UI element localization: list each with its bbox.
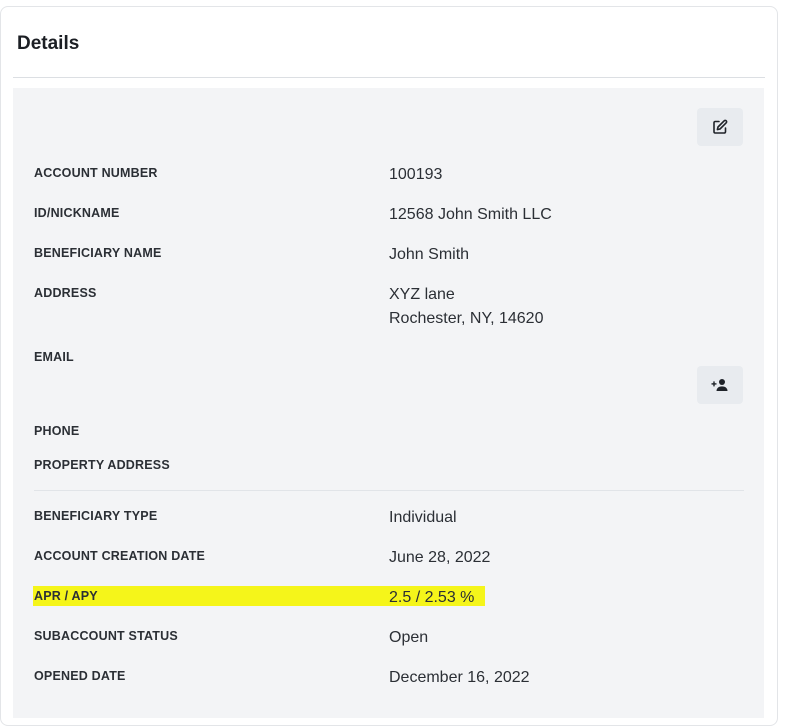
address-line1: XYZ lane xyxy=(389,286,455,303)
add-person-icon xyxy=(711,379,728,391)
account-creation-date-label: ACCOUNT CREATION DATE xyxy=(34,549,206,563)
beneficiary-name-label: BENEFICIARY NAME xyxy=(34,246,162,260)
add-person-button[interactable] xyxy=(697,366,743,404)
account-number-label: ACCOUNT NUMBER xyxy=(34,166,158,180)
id-nickname-label: ID/NICKNAME xyxy=(34,206,120,220)
beneficiary-name-value: John Smith xyxy=(389,246,470,263)
apr-apy-label: APR / APY xyxy=(34,589,98,603)
id-nickname-value: 12568 John Smith LLC xyxy=(389,206,552,223)
beneficiary-type-label: BENEFICIARY TYPE xyxy=(34,509,158,523)
section-title: Details xyxy=(17,33,80,54)
edit-button[interactable] xyxy=(697,108,743,146)
address-line2: Rochester, NY, 14620 xyxy=(389,310,544,327)
apr-apy-value: 2.5 / 2.53 % xyxy=(389,589,475,606)
property-address-label: PROPERTY ADDRESS xyxy=(34,458,170,472)
phone-label: PHONE xyxy=(34,424,80,438)
account-number-value: 100193 xyxy=(389,166,443,183)
header-divider xyxy=(13,77,765,78)
section-divider xyxy=(34,490,744,491)
account-creation-date-value: June 28, 2022 xyxy=(389,549,491,566)
subaccount-status-value: Open xyxy=(389,629,429,646)
edit-icon xyxy=(713,119,728,134)
details-card: Details ACCOUNT NUMBER 100193 ID/NICKNAM… xyxy=(0,6,778,726)
address-label: ADDRESS xyxy=(34,286,97,300)
beneficiary-type-value: Individual xyxy=(389,509,457,526)
email-label: EMAIL xyxy=(34,350,74,364)
opened-date-label: OPENED DATE xyxy=(34,669,126,683)
details-panel: ACCOUNT NUMBER 100193 ID/NICKNAME 12568 … xyxy=(13,88,764,718)
opened-date-value: December 16, 2022 xyxy=(389,669,530,686)
subaccount-status-label: SUBACCOUNT STATUS xyxy=(34,629,178,643)
